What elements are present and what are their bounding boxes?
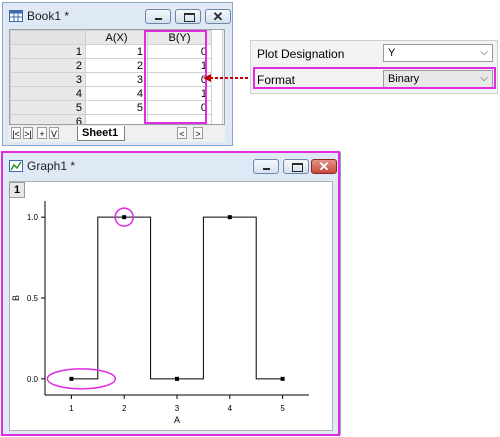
data-point-marker — [69, 376, 74, 381]
data-point-marker — [227, 215, 232, 220]
x-tick-label: 3 — [175, 404, 180, 413]
chart-series — [46, 207, 285, 390]
x-tick-label: 1 — [69, 404, 74, 413]
step-series-line — [71, 216, 283, 380]
x-tick-label: 2 — [122, 404, 127, 413]
y-tick-label: 0.0 — [27, 375, 39, 384]
graph-title: Graph1 * — [27, 159, 76, 173]
graph-titlebar[interactable]: Graph1 * ✕ — [3, 153, 340, 179]
chart-axes: 1 2 3 4 5 0.0 0.5 1.0 A B — [11, 201, 309, 425]
graph-icon — [9, 160, 23, 172]
data-point-marker — [280, 376, 285, 381]
x-tick-label: 4 — [228, 404, 233, 413]
y-tick-label: 0.5 — [27, 294, 39, 303]
y-axis-label: B — [11, 295, 21, 301]
close-button[interactable]: ✕ — [311, 159, 337, 174]
maximize-button[interactable] — [283, 159, 309, 174]
y-tick-label: 1.0 — [27, 213, 39, 222]
data-point-marker — [122, 215, 127, 220]
graph-window[interactable]: Graph1 * ✕ 1 2 3 4 5 0.0 0.5 1.0 A B 1 — [2, 152, 341, 435]
data-point-marker — [175, 376, 179, 381]
step-chart[interactable]: 1 2 3 4 5 0.0 0.5 1.0 A B — [9, 181, 333, 431]
x-tick-label: 5 — [280, 404, 285, 413]
callout-arrow-head — [203, 74, 211, 82]
x-axis-label: A — [174, 415, 180, 425]
minimize-button[interactable] — [253, 159, 279, 174]
layer-indicator[interactable]: 1 — [9, 182, 25, 198]
